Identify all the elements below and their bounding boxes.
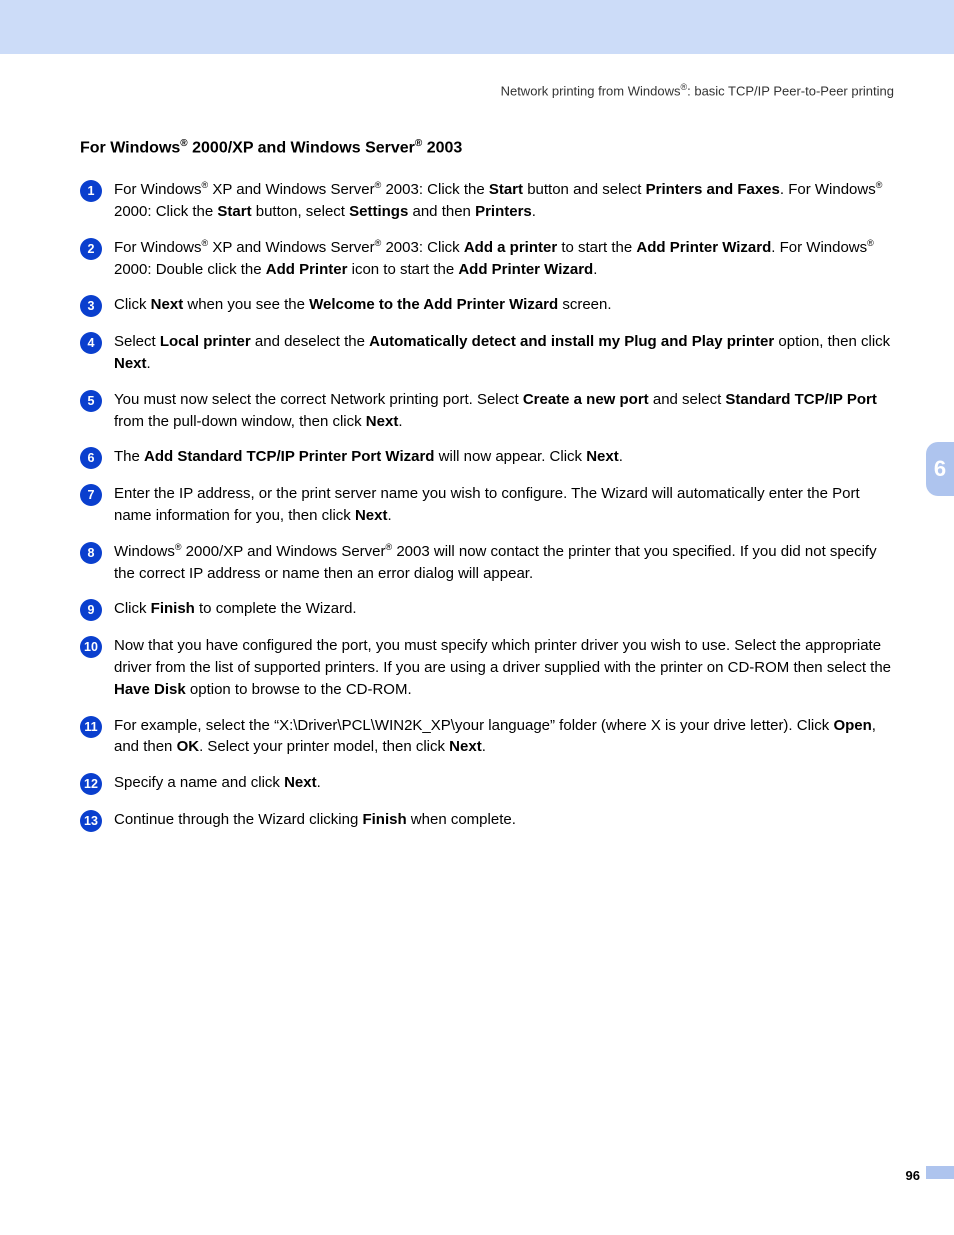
step-number-bullet: 12 [80, 773, 102, 795]
step-item: 8 Windows® 2000/XP and Windows Server® 20… [80, 541, 900, 585]
registered-icon: ® [386, 542, 393, 552]
step-number-bullet: 9 [80, 599, 102, 621]
step-number-bullet: 4 [80, 332, 102, 354]
bold-term: Printers and Faxes [646, 181, 780, 198]
step-item: 7 Enter the IP address, or the print serv… [80, 483, 900, 527]
step-text: For Windows® XP and Windows Server® 2003… [114, 179, 900, 223]
step-number-bullet: 8 [80, 542, 102, 564]
bold-term: Printers [475, 203, 532, 220]
step-text: Now that you have configured the port, y… [114, 635, 900, 700]
page-number-bar [926, 1166, 954, 1179]
section-heading: For Windows® 2000/XP and Windows Server®… [80, 138, 900, 157]
bold-term: Finish [151, 600, 195, 617]
bold-term: Next [114, 355, 147, 372]
heading-part-2: 2000/XP and Windows Server [188, 139, 415, 156]
step-item: 1 For Windows® XP and Windows Server® 200… [80, 179, 900, 223]
bold-term: Have Disk [114, 681, 186, 698]
step-item: 6 The Add Standard TCP/IP Printer Port Wi… [80, 446, 900, 469]
registered-icon: ® [202, 180, 209, 190]
step-number-bullet: 10 [80, 636, 102, 658]
bold-term: Add Printer Wizard [636, 239, 771, 256]
bold-term: Add a printer [464, 239, 557, 256]
step-text: For example, select the “X:\Driver\PCL\W… [114, 715, 900, 759]
step-text: Windows® 2000/XP and Windows Server® 200… [114, 541, 900, 585]
step-text: For Windows® XP and Windows Server® 2003… [114, 237, 900, 281]
step-text: Select Local printer and deselect the Au… [114, 331, 900, 375]
step-text: Click Finish to complete the Wizard. [114, 598, 900, 620]
page-header: Network printing from Windows®: basic TC… [501, 82, 894, 98]
registered-icon: ® [876, 180, 883, 190]
bold-term: Start [217, 203, 251, 220]
content-area: For Windows® 2000/XP and Windows Server®… [80, 138, 900, 846]
step-item: 9 Click Finish to complete the Wizard. [80, 598, 900, 621]
page-number: 96 [906, 1168, 920, 1183]
registered-icon: ® [202, 238, 209, 248]
top-band [0, 0, 954, 54]
bold-term: Next [355, 507, 388, 524]
steps-list: 1 For Windows® XP and Windows Server® 200… [80, 179, 900, 832]
step-text: Continue through the Wizard clicking Fin… [114, 809, 900, 831]
bold-term: OK [177, 738, 200, 755]
registered-icon: ® [180, 138, 187, 149]
bold-term: Add Standard TCP/IP Printer Port Wizard [144, 448, 434, 465]
bold-term: Local printer [160, 333, 251, 350]
chapter-tab: 6 [926, 442, 954, 496]
bold-term: Start [489, 181, 523, 198]
step-item: 13 Continue through the Wizard clicking F… [80, 809, 900, 832]
bold-term: Create a new port [523, 391, 649, 408]
step-text: The Add Standard TCP/IP Printer Port Wiz… [114, 446, 900, 468]
step-number-bullet: 3 [80, 295, 102, 317]
bold-term: Standard TCP/IP Port [725, 391, 876, 408]
step-number-bullet: 6 [80, 447, 102, 469]
step-item: 10 Now that you have configured the port,… [80, 635, 900, 700]
bold-term: Next [586, 448, 619, 465]
bold-term: Add Printer [266, 261, 348, 278]
step-number-bullet: 2 [80, 238, 102, 260]
bold-term: Next [151, 296, 184, 313]
step-item: 2 For Windows® XP and Windows Server® 200… [80, 237, 900, 281]
bold-term: Next [366, 413, 399, 430]
bold-term: Next [449, 738, 482, 755]
header-suffix: : basic TCP/IP Peer-to-Peer printing [687, 83, 894, 98]
step-number-bullet: 5 [80, 390, 102, 412]
registered-icon: ® [375, 180, 382, 190]
step-item: 11 For example, select the “X:\Driver\PCL… [80, 715, 900, 759]
bold-term: Open [833, 717, 871, 734]
step-text: Enter the IP address, or the print serve… [114, 483, 900, 527]
bold-term: Welcome to the Add Printer Wizard [309, 296, 558, 313]
registered-icon: ® [175, 542, 182, 552]
step-text: Click Next when you see the Welcome to t… [114, 294, 900, 316]
bold-term: Next [284, 774, 317, 791]
header-prefix: Network printing from Windows [501, 83, 681, 98]
step-item: 4 Select Local printer and deselect the A… [80, 331, 900, 375]
heading-part-1: For Windows [80, 139, 180, 156]
step-number-bullet: 11 [80, 716, 102, 738]
step-text: Specify a name and click Next. [114, 772, 900, 794]
registered-icon: ® [375, 238, 382, 248]
bold-term: Add Printer Wizard [458, 261, 593, 278]
registered-icon: ® [867, 238, 874, 248]
step-number-bullet: 13 [80, 810, 102, 832]
heading-part-3: 2003 [422, 139, 462, 156]
bold-term: Settings [349, 203, 408, 220]
step-text: You must now select the correct Network … [114, 389, 900, 433]
step-number-bullet: 7 [80, 484, 102, 506]
bold-term: Finish [362, 811, 406, 828]
bold-term: Automatically detect and install my Plug… [369, 333, 774, 350]
step-item: 12 Specify a name and click Next. [80, 772, 900, 795]
step-item: 3 Click Next when you see the Welcome to … [80, 294, 900, 317]
step-number-bullet: 1 [80, 180, 102, 202]
step-item: 5 You must now select the correct Network… [80, 389, 900, 433]
